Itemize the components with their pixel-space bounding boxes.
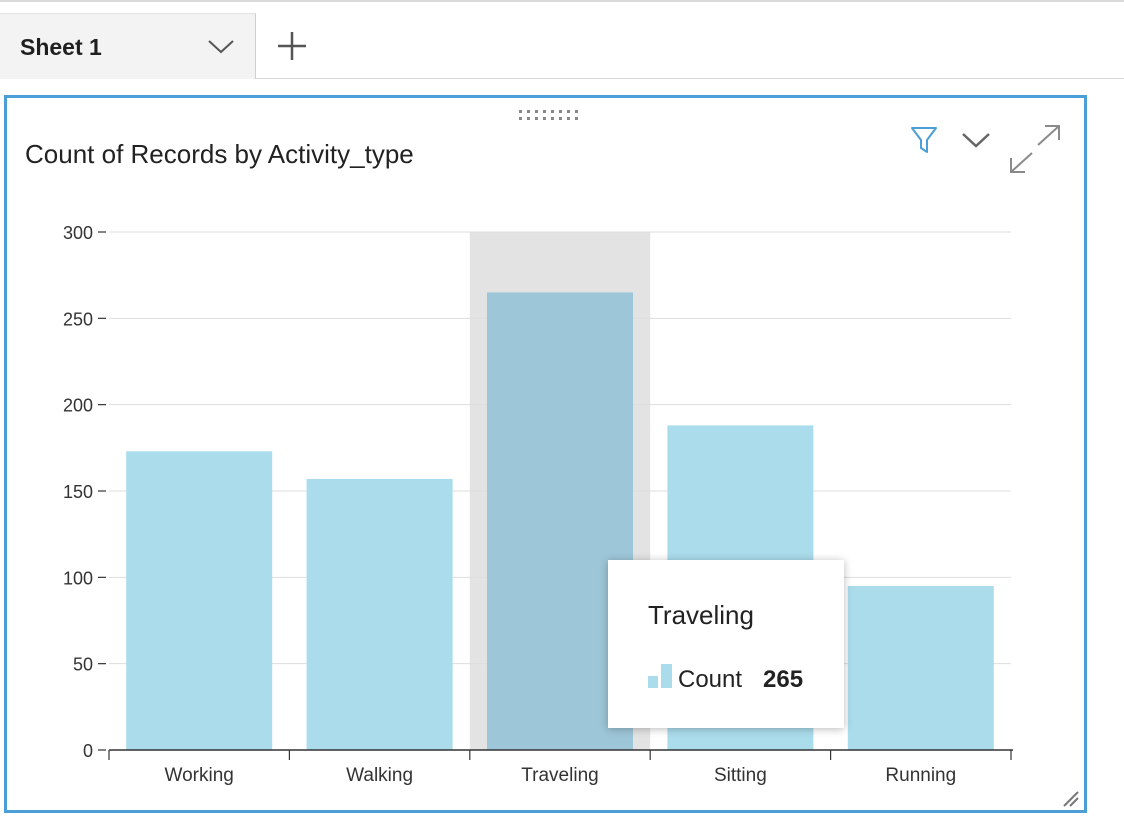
chart-tooltip: Traveling Count 265 bbox=[608, 560, 844, 728]
y-tick-label: 150 bbox=[63, 482, 93, 502]
x-tick-label: Running bbox=[885, 765, 956, 786]
y-tick-label: 50 bbox=[73, 655, 93, 675]
y-tick-label: 100 bbox=[63, 568, 93, 588]
y-tick-label: 300 bbox=[63, 223, 93, 243]
bar[interactable] bbox=[126, 451, 273, 750]
sheet-tab-label: Sheet 1 bbox=[20, 34, 102, 60]
bar-legend-icon bbox=[648, 664, 672, 688]
x-tick-label: Walking bbox=[346, 765, 413, 786]
bar[interactable] bbox=[847, 585, 994, 750]
add-sheet-button[interactable] bbox=[272, 26, 312, 66]
y-tick-label: 250 bbox=[63, 309, 93, 329]
x-tick-label: Sitting bbox=[714, 765, 767, 786]
chevron-down-icon[interactable] bbox=[206, 36, 236, 56]
sheet-tab[interactable]: Sheet 1 bbox=[0, 13, 256, 79]
chart-visual-card[interactable]: Count of Records by Activity_type 0 50 100… bbox=[4, 95, 1087, 813]
x-tick-label: Traveling bbox=[521, 765, 598, 786]
bar-chart: 0 50 100 150 200 250 300 Working Walking Travelin… bbox=[63, 223, 1013, 786]
y-tick-label: 0 bbox=[83, 741, 93, 761]
resize-grip-icon[interactable] bbox=[1060, 788, 1080, 808]
tooltip-title: Traveling bbox=[648, 600, 754, 630]
tooltip-field-value: 265 bbox=[763, 666, 804, 693]
sheet-tab-bar: Sheet 1 bbox=[0, 2, 1124, 79]
y-tick-label: 200 bbox=[63, 396, 93, 416]
x-tick-label: Working bbox=[165, 765, 234, 786]
tooltip-field-label: Count bbox=[678, 666, 743, 693]
bar[interactable] bbox=[306, 478, 453, 750]
